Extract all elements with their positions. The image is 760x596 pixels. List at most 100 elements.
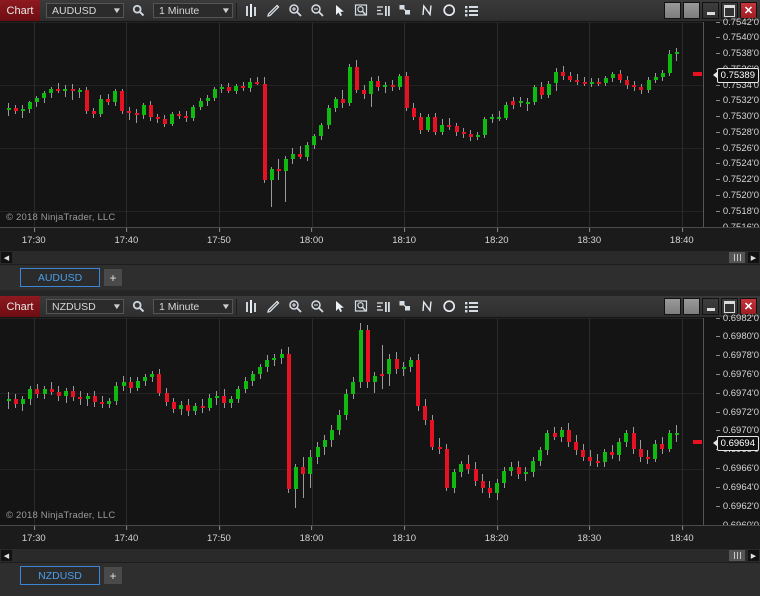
data-box-icon[interactable] <box>350 1 372 20</box>
tick-dash <box>716 179 720 180</box>
add-tab-button[interactable]: + <box>104 269 122 286</box>
zoom-in-icon[interactable] <box>284 297 306 316</box>
scroll-right-button[interactable]: ▶ <box>748 252 759 263</box>
pencil-icon[interactable] <box>262 297 284 316</box>
drawing-tools-icon[interactable] <box>394 1 416 20</box>
candle-body <box>481 481 485 488</box>
zoom-in-icon[interactable] <box>284 1 306 20</box>
tick-dash <box>716 85 720 86</box>
candle <box>312 22 316 227</box>
candle <box>646 318 650 525</box>
candle-body <box>248 82 252 89</box>
candle-body <box>440 125 444 133</box>
bars-icon[interactable] <box>240 1 262 20</box>
candle-body <box>222 396 226 403</box>
price-tick-label: 0.7530'0 <box>716 111 759 122</box>
instrument-selector[interactable]: NZDUSD ▼ <box>46 299 124 314</box>
restore-b-button[interactable] <box>683 298 700 315</box>
candle-body <box>675 52 679 54</box>
restore-b-button[interactable] <box>683 2 700 19</box>
chart-canvas-audusd[interactable]: © 2018 NinjaTrader, LLC 0.7542'00.7540'0… <box>0 22 760 227</box>
properties-icon[interactable] <box>460 1 482 20</box>
candle-body <box>157 374 161 393</box>
tab-nzdusd[interactable]: NZDUSD <box>20 566 100 585</box>
price-tick-text: 0.7524'0 <box>723 158 759 169</box>
indicator-icon[interactable] <box>372 297 394 316</box>
search-icon[interactable] <box>128 1 148 20</box>
circle-icon[interactable] <box>438 297 460 316</box>
time-axis[interactable]: 17:3017:4017:5018:0018:1018:2018:3018:40 <box>0 525 760 548</box>
price-tick-text: 0.7520'0 <box>723 190 759 201</box>
time-tick-label: 18:20 <box>485 526 509 544</box>
cursor-icon[interactable] <box>328 1 350 20</box>
properties-icon[interactable] <box>460 297 482 316</box>
chart-canvas-nzdusd[interactable]: © 2018 NinjaTrader, LLC 0.6982'00.6980'0… <box>0 318 760 525</box>
scroll-grip[interactable] <box>729 550 745 561</box>
candle-body <box>28 389 32 399</box>
price-plot[interactable]: © 2018 NinjaTrader, LLC <box>0 22 704 227</box>
time-tick-label: 18:30 <box>577 526 601 544</box>
current-price-label[interactable]: 0.69694 <box>717 436 759 451</box>
n-curve-icon[interactable] <box>416 1 438 20</box>
n-curve-icon[interactable] <box>416 297 438 316</box>
candle <box>179 318 183 525</box>
candle-body <box>581 450 585 457</box>
indicator-icon[interactable] <box>372 1 394 20</box>
horizontal-scrollbar[interactable]: ◀ ▶ <box>0 548 760 562</box>
zoom-out-icon[interactable] <box>306 1 328 20</box>
cursor-icon[interactable] <box>328 297 350 316</box>
candle <box>438 318 442 525</box>
data-box-icon[interactable] <box>350 297 372 316</box>
candle <box>348 22 352 227</box>
candle-body <box>191 107 195 118</box>
candle-body <box>142 105 146 116</box>
candle-body <box>213 89 217 98</box>
candle-body <box>86 396 90 399</box>
toolbar-divider <box>236 299 237 315</box>
candle <box>150 318 154 525</box>
chart-menu-button[interactable]: Chart <box>0 296 40 317</box>
interval-selector[interactable]: 1 Minute ▼ <box>153 3 233 18</box>
candle-body <box>100 402 104 404</box>
price-tick-label: 0.6976'0 <box>716 369 759 380</box>
candle <box>227 22 231 227</box>
scroll-left-button[interactable]: ◀ <box>1 252 12 263</box>
time-axis[interactable]: 17:3017:4017:5018:0018:1018:2018:3018:40 <box>0 227 760 250</box>
interval-selector[interactable]: 1 Minute ▼ <box>153 299 233 314</box>
scroll-right-button[interactable]: ▶ <box>748 550 759 561</box>
instrument-selector[interactable]: AUDUSD ▼ <box>46 3 124 18</box>
candle-body <box>668 54 672 73</box>
pencil-icon[interactable] <box>262 1 284 20</box>
candle <box>71 22 75 227</box>
search-icon[interactable] <box>128 297 148 316</box>
candle <box>149 22 153 227</box>
price-axis[interactable]: 0.6982'00.6980'00.6978'00.6976'00.6974'0… <box>703 318 760 525</box>
circle-icon[interactable] <box>438 1 460 20</box>
candle-body <box>452 472 456 487</box>
candle <box>618 22 622 227</box>
tab-audusd[interactable]: AUDUSD <box>20 268 100 287</box>
horizontal-scrollbar[interactable]: ◀ ▶ <box>0 250 760 264</box>
bars-icon[interactable] <box>240 297 262 316</box>
chart-menu-button[interactable]: Chart <box>0 0 40 21</box>
restore-a-button[interactable] <box>664 298 681 315</box>
candle-body <box>284 159 288 171</box>
candle <box>391 22 395 227</box>
time-tick-label: 17:30 <box>22 228 46 246</box>
candle <box>398 22 402 227</box>
scroll-left-button[interactable]: ◀ <box>1 550 12 561</box>
zoom-out-icon[interactable] <box>306 297 328 316</box>
add-tab-button[interactable]: + <box>104 567 122 584</box>
chevron-down-icon: ▼ <box>112 302 122 311</box>
restore-a-button[interactable] <box>664 2 681 19</box>
drawing-tools-icon[interactable] <box>394 297 416 316</box>
current-price-label[interactable]: 0.75389 <box>717 68 759 83</box>
price-axis[interactable]: 0.7542'00.7540'00.7538'00.7536'00.7534'0… <box>703 22 760 227</box>
scroll-grip[interactable] <box>729 252 745 263</box>
candle-body <box>497 117 501 119</box>
time-tick-label: 18:10 <box>392 228 416 246</box>
candle <box>135 22 139 227</box>
candle-body <box>553 433 557 436</box>
candle-body <box>206 98 210 101</box>
price-plot[interactable]: © 2018 NinjaTrader, LLC <box>0 318 704 525</box>
